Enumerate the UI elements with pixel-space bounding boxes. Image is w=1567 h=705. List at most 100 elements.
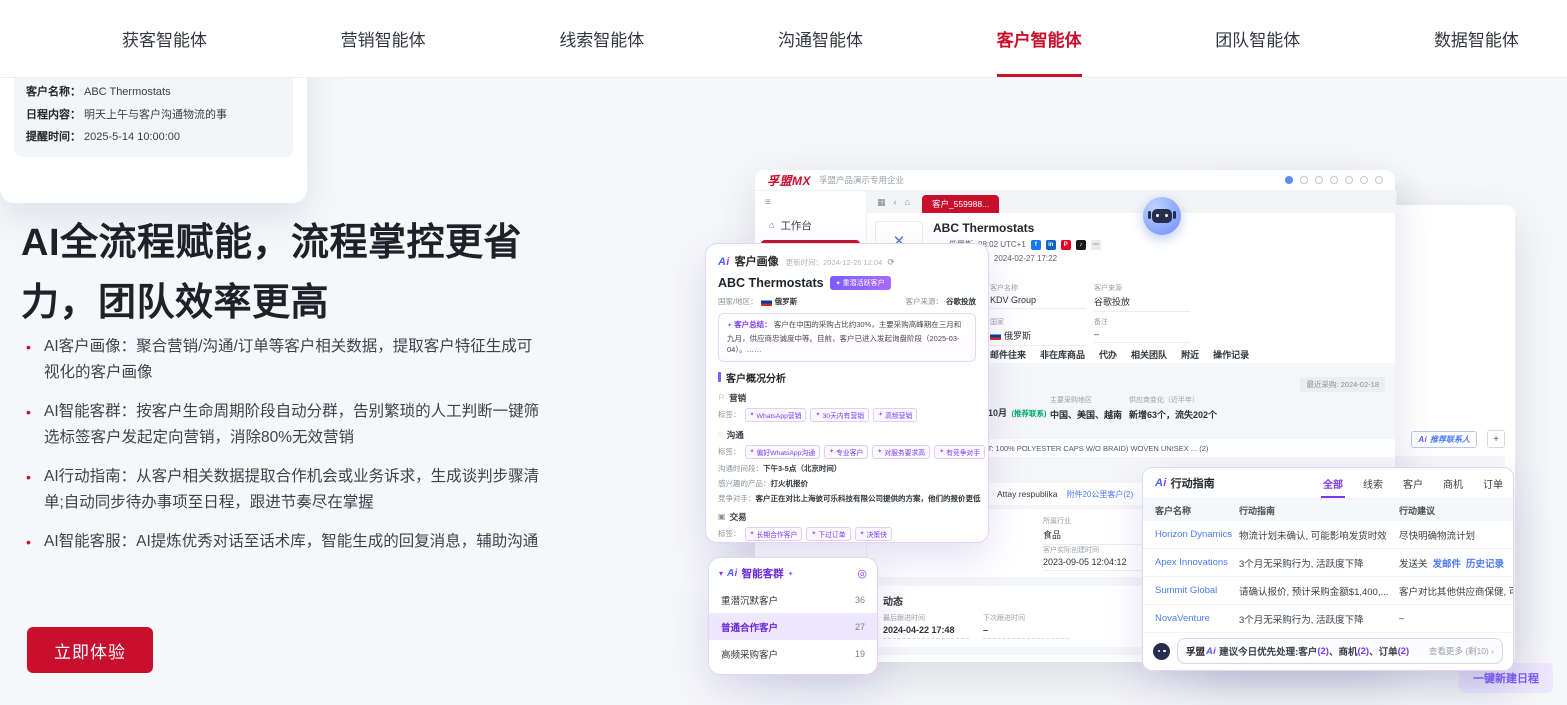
field-created-time: 客户实际创建时间 2023-09-05 12:04:12 <box>1043 545 1153 571</box>
tag[interactable]: ✦WhatsApp营销 <box>745 408 807 422</box>
target-icon[interactable]: ◎ <box>857 567 867 580</box>
smart-segments-card: ▾ Ai 智能客群 ✦ ◎ 重潜沉默客户 36 普通合作客户 27 高频采购客户… <box>708 557 878 675</box>
tab-team[interactable]: 相关团队 <box>1131 348 1167 361</box>
tag[interactable]: ✦决策快 <box>855 527 892 541</box>
tag[interactable]: ✦有竞争对手 <box>934 445 985 459</box>
facebook-icon[interactable]: f <box>1031 240 1041 250</box>
tab-all[interactable]: 全部 <box>1313 468 1353 498</box>
customer-tab[interactable]: 客户_559988... <box>922 195 999 213</box>
tag[interactable]: ✦高频营销 <box>873 408 917 422</box>
chat-icon: ◌ <box>718 430 723 439</box>
trade-payment-row: 付款条款：20%预收+80%交单后 <box>706 541 988 543</box>
customer-link[interactable]: Summit Global <box>1143 585 1239 596</box>
field-customer-name: 客户名称 KDV Group <box>990 283 1086 309</box>
profile-source: 客户来源： 谷歌投放 <box>906 296 977 307</box>
sparkle-icon: ✦ <box>877 448 882 455</box>
tab-log[interactable]: 操作记录 <box>1213 348 1249 361</box>
tab-data-agent[interactable]: 数据智能体 <box>1434 0 1519 77</box>
comm-competitor-row: 竞争对手：客户正在对比上海彼可乐科技有限公司提供的方案，他们的报价更低 <box>706 489 988 504</box>
table-row[interactable]: Horizon Dynamics 物流计划未确认, 可能影响发货时效 尽快明确物… <box>1143 521 1513 549</box>
segment-row-normal[interactable]: 普通合作客户 27 <box>709 613 877 640</box>
sparkle-icon: ✦ <box>836 280 841 287</box>
more-vertical-icon[interactable]: ⋮ <box>1509 557 1513 568</box>
tab-acquisition-agent[interactable]: 获客智能体 <box>122 0 207 77</box>
nearby-customers-link[interactable]: 附件20公里客户(2) <box>1066 489 1133 500</box>
profile-updated-time: 更新时间：2024-12-26 12:04 <box>786 257 883 268</box>
home-icon[interactable]: ⌂ <box>905 197 910 207</box>
back-icon[interactable]: ‹ <box>894 197 897 207</box>
pinterest-icon[interactable]: P <box>1061 240 1071 250</box>
communication-tags: 标签： ✦偏好WhatsApp沟通 ✦专业客户 ✦对服务要求高 ✦有竞争对手 <box>706 441 988 459</box>
tab-communication-agent[interactable]: 沟通智能体 <box>778 0 863 77</box>
sparkle-icon: ✦ <box>860 530 865 537</box>
tab-customers[interactable]: 客户 <box>1393 468 1433 498</box>
sparkle-icon: ✦ <box>815 411 820 418</box>
tab-leads[interactable]: 线索 <box>1353 468 1393 498</box>
tab-marketing-agent[interactable]: 营销智能体 <box>341 0 426 77</box>
tiktok-icon[interactable]: ♪ <box>1076 240 1086 250</box>
tag[interactable]: ✦下过订单 <box>806 527 850 541</box>
tab-products[interactable]: 非在库商品 <box>1040 348 1085 361</box>
deal-icon: ▣ <box>718 512 726 521</box>
tag[interactable]: ✦长期合作客户 <box>745 527 803 541</box>
stat-supplier: 供应商变化（近半年） 新增63个，流失202个 <box>1129 395 1217 421</box>
table-row[interactable]: Summit Global 请确认报价, 预计采购金额$1,400,... 客户… <box>1143 577 1513 605</box>
tab-nearby[interactable]: 附近 <box>1181 348 1199 361</box>
tab-customer-agent[interactable]: 客户智能体 <box>997 0 1082 77</box>
tab-todo[interactable]: 代办 <box>1099 348 1117 361</box>
refresh-icon[interactable]: ⟳ <box>887 257 895 268</box>
send-email-button[interactable]: 发邮件 <box>1433 556 1462 570</box>
sparkle-icon: ✦ <box>750 411 755 418</box>
ai-assistant-avatar[interactable] <box>1143 197 1181 235</box>
segment-row-frequent[interactable]: 高频采购客户 19 <box>709 640 877 667</box>
add-contact-button[interactable]: + <box>1487 430 1505 448</box>
customer-link[interactable]: Apex Innovations <box>1143 557 1239 568</box>
tab-emails[interactable]: 邮件往来 <box>990 348 1026 361</box>
try-now-button[interactable]: 立即体验 <box>27 627 153 673</box>
recommend-contacts-button[interactable]: Ai 推荐联系人 <box>1411 431 1477 448</box>
profile-customer-name: ABC Thermostats <box>718 276 824 290</box>
action-card-title: 行动指南 <box>1171 475 1215 491</box>
sparkle-icon: ✦ <box>878 411 883 418</box>
tab-orders[interactable]: 订单 <box>1473 468 1513 498</box>
profile-card-title: 客户画像 <box>735 253 779 269</box>
tag[interactable]: ✦30天内有营销 <box>810 408 869 422</box>
field-next-followup: 下次跟进时间 – <box>983 613 1093 639</box>
segment-row-silent[interactable]: 重潜沉默客户 36 <box>709 586 877 613</box>
tag[interactable]: ✦偏好WhatsApp沟通 <box>745 445 821 459</box>
marketing-tags: 标签： ✦WhatsApp营销 ✦30天内有营销 ✦高频营销 <box>706 404 988 422</box>
russia-flag-icon <box>761 298 772 306</box>
linkedin-icon[interactable]: in <box>1046 240 1056 250</box>
dynamics-title: 动态 <box>883 593 903 608</box>
russia-flag-icon <box>990 332 1001 340</box>
sparkle-icon: ✦ <box>829 448 834 455</box>
history-button[interactable]: 历史记录 <box>1466 556 1504 570</box>
table-row[interactable]: Apex Innovations 3个月无采购行为, 活跃度下降 发送关 发邮件… <box>1143 549 1513 577</box>
customer-link[interactable]: Horizon Dynamics <box>1143 529 1239 540</box>
tag[interactable]: ✦对服务要求高 <box>872 445 930 459</box>
comm-product-row: 感兴趣的产品：打火机报价 <box>706 474 988 489</box>
table-row[interactable]: NovaVenture 3个月无采购行为, 活跃度下降 – <box>1143 605 1513 633</box>
menu-icon[interactable]: ≡ <box>755 195 866 210</box>
browser-icons[interactable] <box>1285 176 1383 184</box>
customer-status-badge: ✦ 重潜活跃客户 <box>830 276 891 290</box>
home-icon: ⌂ <box>769 220 774 230</box>
chevron-down-icon[interactable]: ▾ <box>719 569 723 578</box>
grid-icon[interactable]: ▦ <box>877 197 886 208</box>
customer-name: ABC Thermostats <box>933 221 1101 235</box>
view-more-link[interactable]: 查看更多 (剩10) › <box>1429 645 1494 657</box>
crm-env-label: 孚盟产品演示专用企业 <box>819 174 904 186</box>
sidebar-item-workbench[interactable]: ⌂ 工作台 <box>761 213 860 237</box>
sparkle-icon: ✦ <box>750 530 755 537</box>
more-social-icon[interactable]: ⋯ <box>1091 240 1101 250</box>
tab-opportunities[interactable]: 商机 <box>1433 468 1473 498</box>
tab-team-agent[interactable]: 团队智能体 <box>1215 0 1300 77</box>
field-last-followup: 最后跟进时间 2024-04-22 17:48 <box>883 613 993 639</box>
customer-link[interactable]: NovaVenture <box>1143 613 1239 624</box>
feature-item-profile: AI客户画像：聚合营销/沟通/订单等客户相关数据，提取客户特征生成可视化的客户画… <box>21 334 546 386</box>
tab-leads-agent[interactable]: 线索智能体 <box>559 0 644 77</box>
ai-summary-box: ✦ 客户总结： 客户在中国的采购占比约30%，主要采购高峰期在三月和九月，供应商… <box>718 313 976 362</box>
fumamx-logo: 孚盟MX <box>767 172 811 189</box>
detail-tabs: 邮件往来 非在库商品 代办 相关团队 附近 操作记录 <box>990 348 1249 361</box>
tag[interactable]: ✦专业客户 <box>824 445 868 459</box>
